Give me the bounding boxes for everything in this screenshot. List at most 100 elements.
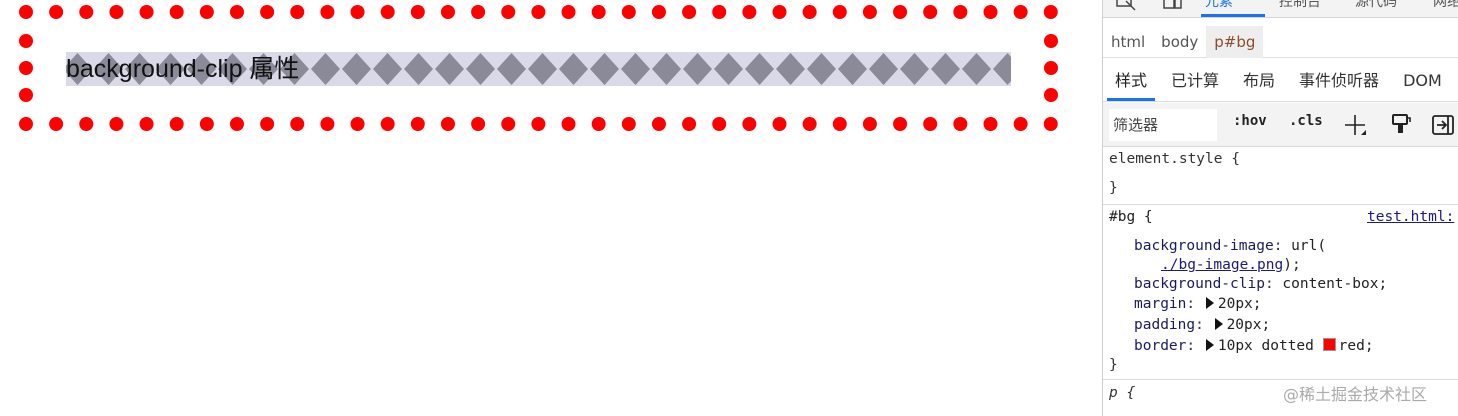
border-dot (923, 5, 938, 19)
border-dot (712, 117, 727, 131)
border-dot (320, 5, 335, 19)
devtools-toolbar: 元素 控制台 源代码 网络 (1103, 0, 1458, 18)
border-dot (621, 117, 636, 131)
border-dot (983, 117, 998, 131)
border-dot (290, 5, 305, 19)
expand-triangle-icon[interactable] (1205, 297, 1214, 309)
border-dot (199, 5, 214, 19)
devtools-panel: 元素 控制台 源代码 网络 html body p#bg 样式 已计算 布局 事… (1102, 0, 1458, 416)
toggle-sidebar-icon[interactable] (1431, 113, 1455, 137)
prop-border[interactable]: border: 10px dotted red; (1134, 338, 1374, 354)
subtab-dom[interactable]: DOM (1391, 60, 1454, 102)
rule-close: } (1109, 357, 1118, 373)
border-dot (832, 117, 847, 131)
border-dot (1013, 117, 1028, 131)
border-dot (19, 5, 33, 19)
border-dot (953, 117, 968, 131)
border-dot (79, 117, 94, 131)
rule-source-link[interactable]: test.html: (1367, 209, 1454, 225)
prop-margin[interactable]: margin: 20px; (1134, 296, 1262, 312)
filter-input[interactable] (1109, 109, 1217, 141)
tab-elements[interactable]: 元素 (1205, 0, 1233, 11)
border-dot (49, 117, 64, 131)
border-dot (531, 5, 546, 19)
border-dot (440, 5, 455, 19)
border-dot (1044, 88, 1058, 102)
border-dot (862, 117, 877, 131)
subtab-styles[interactable]: 样式 (1103, 60, 1159, 102)
cls-button[interactable]: .cls (1289, 113, 1323, 129)
border-dot (79, 5, 94, 19)
plus-icon[interactable] (1343, 113, 1367, 137)
border-dot (19, 88, 33, 102)
active-tab-indicator (1201, 14, 1265, 17)
subtab-layout[interactable]: 布局 (1231, 60, 1287, 102)
expand-triangle-icon[interactable] (1205, 339, 1214, 351)
border-dot (772, 117, 787, 131)
border-dot (621, 5, 636, 19)
styles-pane: element.style { } #bg { test.html: backg… (1103, 147, 1458, 416)
paint-brush-icon[interactable] (1389, 113, 1413, 137)
element-style-open[interactable]: element.style { (1109, 151, 1240, 167)
breadcrumb: html body p#bg (1103, 25, 1458, 58)
border-dot (260, 5, 275, 19)
breadcrumb-html[interactable]: html (1103, 26, 1153, 58)
rule-separator (1103, 379, 1458, 380)
border-dot (1044, 34, 1058, 48)
border-dot (742, 5, 757, 19)
border-dot (501, 117, 516, 131)
border-dot (923, 117, 938, 131)
styles-subtabs: 样式 已计算 布局 事件侦听器 DOM (1103, 60, 1458, 102)
border-dot (561, 5, 576, 19)
prop-padding[interactable]: padding: 20px; (1134, 317, 1270, 333)
device-toggle-icon[interactable] (1161, 0, 1183, 12)
border-dot (1013, 5, 1028, 19)
rule-separator (1103, 204, 1458, 205)
border-dot (109, 5, 124, 19)
border-dot (350, 5, 365, 19)
border-dot (260, 117, 275, 131)
p-rule-selector[interactable]: p { (1109, 385, 1135, 401)
border-dot (1043, 117, 1058, 131)
bg-image-link[interactable]: ./bg-image.png (1161, 257, 1283, 273)
tab-sources[interactable]: 源代码 (1355, 0, 1397, 11)
border-dot (380, 5, 395, 19)
prop-background-image[interactable]: background-image: url( (1134, 238, 1326, 254)
border-dot (49, 5, 64, 19)
color-swatch-red[interactable] (1322, 338, 1336, 351)
border-dot (139, 5, 154, 19)
border-dot (742, 117, 757, 131)
border-dot (531, 117, 546, 131)
hov-button[interactable]: :hov (1233, 113, 1267, 129)
border-dot (862, 5, 877, 19)
border-dot (712, 5, 727, 19)
border-dot (169, 5, 184, 19)
breadcrumb-body[interactable]: body (1153, 26, 1206, 58)
border-dot (350, 117, 365, 131)
border-dot (893, 117, 908, 131)
border-dot (440, 117, 455, 131)
border-dot (471, 117, 486, 131)
page-preview: background-clip 属性 (0, 0, 1102, 416)
tab-console[interactable]: 控制台 (1279, 0, 1321, 11)
border-dot (651, 117, 666, 131)
border-dot (651, 5, 666, 19)
border-dot (290, 117, 305, 131)
border-dot (229, 117, 244, 131)
inspect-icon[interactable] (1115, 0, 1137, 12)
tab-network[interactable]: 网络 (1433, 0, 1458, 11)
rule-selector[interactable]: #bg { (1109, 209, 1153, 225)
border-dot (199, 117, 214, 131)
bg-paragraph: background-clip 属性 (17, 3, 1061, 133)
element-style-close: } (1109, 180, 1118, 196)
border-dot (410, 5, 425, 19)
subtab-event-listeners[interactable]: 事件侦听器 (1287, 60, 1391, 102)
watermark: @稀土掘金技术社区 (1283, 385, 1428, 404)
prop-background-clip[interactable]: background-clip: content-box; (1134, 276, 1387, 292)
border-dot (953, 5, 968, 19)
styles-filter-bar: :hov .cls (1103, 103, 1458, 147)
border-dot (380, 117, 395, 131)
subtab-computed[interactable]: 已计算 (1159, 60, 1231, 102)
breadcrumb-p-bg[interactable]: p#bg (1206, 25, 1264, 58)
expand-triangle-icon[interactable] (1214, 318, 1223, 330)
